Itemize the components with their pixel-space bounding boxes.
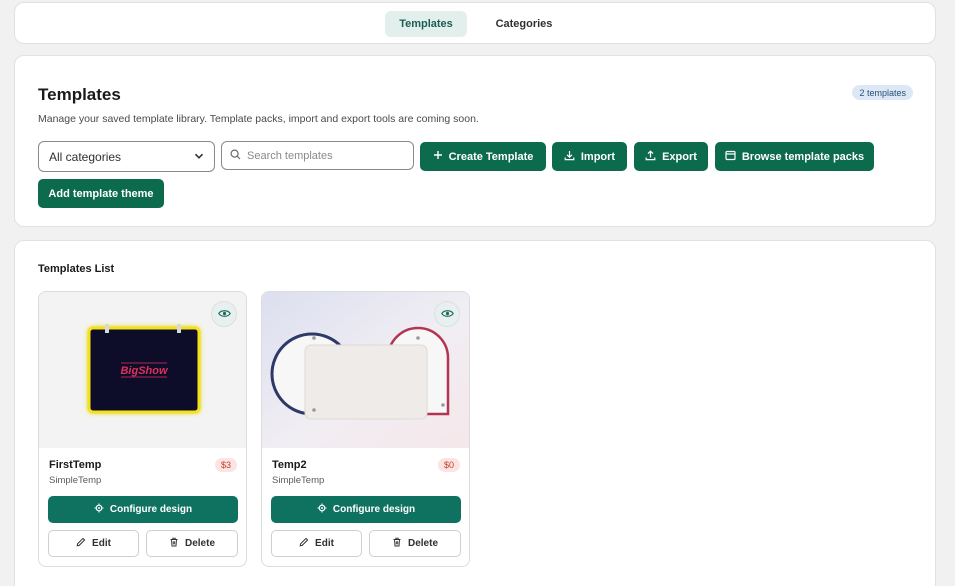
browse-template-packs-button[interactable]: Browse template packs xyxy=(715,142,874,171)
template-subtitle: SimpleTemp xyxy=(49,475,102,486)
edit-button[interactable]: Edit xyxy=(48,530,139,557)
search-field[interactable] xyxy=(221,141,414,170)
trash-icon xyxy=(392,537,402,550)
page-description: Manage your saved template library. Temp… xyxy=(38,113,479,125)
gear-icon xyxy=(317,503,327,516)
configure-design-button[interactable]: Configure design xyxy=(48,496,238,523)
price-badge: $3 xyxy=(214,458,237,472)
pencil-icon xyxy=(76,537,86,550)
templates-list-card: Templates List BigShow FirstTemp $3 Simp… xyxy=(14,240,936,586)
trash-icon xyxy=(169,537,179,550)
template-count-badge: 2 templates xyxy=(852,85,913,100)
category-select[interactable]: All categories xyxy=(38,141,215,172)
configure-design-button[interactable]: Configure design xyxy=(271,496,461,523)
add-template-theme-label: Add template theme xyxy=(48,187,154,200)
configure-design-label: Configure design xyxy=(332,504,416,515)
tabs-bar: Templates Categories xyxy=(14,2,936,44)
delete-button[interactable]: Delete xyxy=(369,530,461,557)
tab-templates[interactable]: Templates xyxy=(385,11,467,37)
template-name: Temp2 xyxy=(272,459,307,471)
page-title: Templates xyxy=(38,85,121,104)
search-icon xyxy=(230,147,241,165)
export-button[interactable]: Export xyxy=(634,142,708,171)
export-label: Export xyxy=(662,150,697,163)
chevron-down-icon xyxy=(194,150,204,164)
import-label: Import xyxy=(580,150,616,163)
category-select-value: All categories xyxy=(49,149,122,164)
template-card[interactable]: Temp2 $0 SimpleTemp Configure design Edi… xyxy=(261,291,470,567)
delete-button[interactable]: Delete xyxy=(146,530,238,557)
upload-icon xyxy=(645,149,656,164)
delete-label: Delete xyxy=(184,538,215,549)
download-icon xyxy=(564,150,575,164)
template-subtitle: SimpleTemp xyxy=(272,475,325,486)
create-template-label: Create Template xyxy=(448,150,534,163)
pencil-icon xyxy=(299,537,309,550)
create-template-button[interactable]: Create Template xyxy=(420,142,546,171)
template-card[interactable]: BigShow FirstTemp $3 SimpleTemp Configur… xyxy=(38,291,247,567)
eye-icon xyxy=(217,305,231,323)
add-template-theme-button[interactable]: Add template theme xyxy=(38,179,164,208)
edit-label: Edit xyxy=(315,538,334,549)
svg-text:BigShow: BigShow xyxy=(120,365,168,377)
plus-icon xyxy=(433,150,443,163)
delete-label: Delete xyxy=(407,538,438,549)
configure-design-label: Configure design xyxy=(109,504,193,515)
import-button[interactable]: Import xyxy=(552,142,627,171)
edit-button[interactable]: Edit xyxy=(271,530,362,557)
search-input[interactable] xyxy=(247,149,397,162)
tab-categories[interactable]: Categories xyxy=(483,11,565,37)
preview-button[interactable] xyxy=(211,301,237,327)
templates-header-card: Templates 2 templates Manage your saved … xyxy=(14,55,936,227)
price-badge: $0 xyxy=(437,458,460,472)
edit-label: Edit xyxy=(92,538,111,549)
template-name: FirstTemp xyxy=(49,459,102,471)
preview-button[interactable] xyxy=(434,301,460,327)
templates-list-title: Templates List xyxy=(38,263,115,275)
gear-icon xyxy=(94,503,104,516)
browse-template-packs-label: Browse template packs xyxy=(741,150,865,163)
eye-icon xyxy=(440,305,454,323)
window-icon xyxy=(725,150,736,164)
